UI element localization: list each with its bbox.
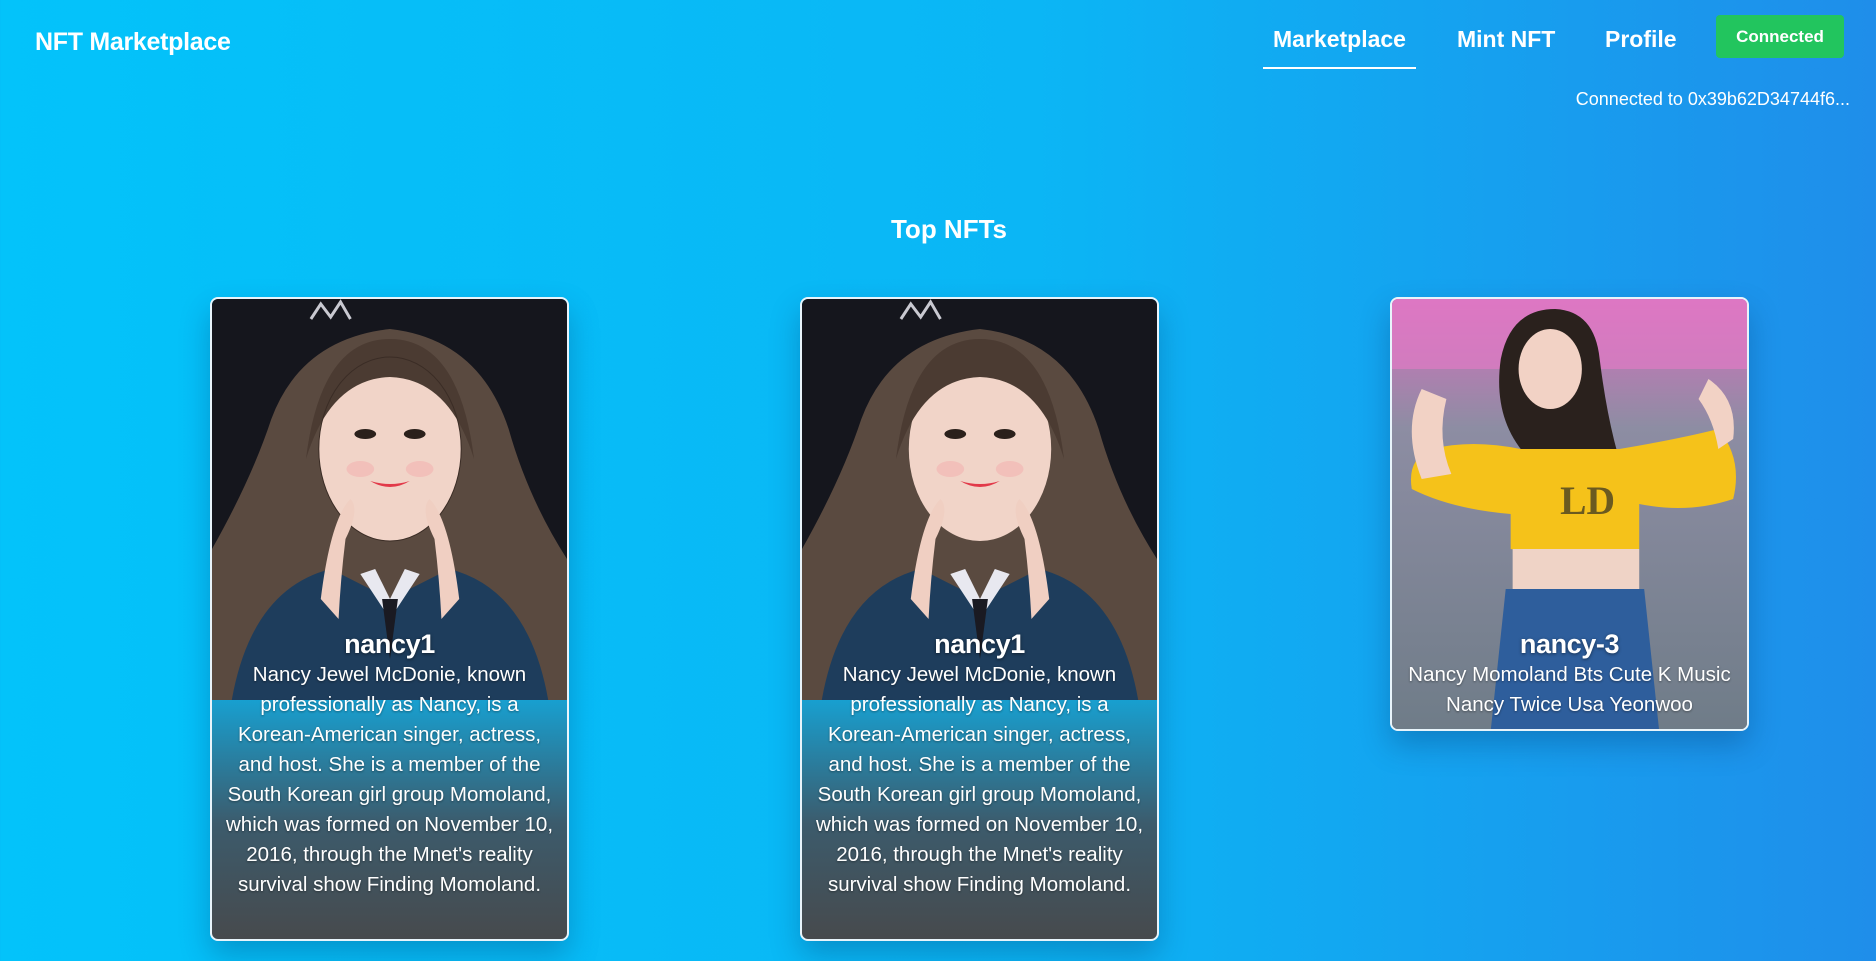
nft-name: nancy-3 xyxy=(1519,629,1620,659)
nft-name: nancy1 xyxy=(934,629,1025,659)
nft-description: Nancy Jewel McDonie, known professionall… xyxy=(226,663,554,896)
nft-description: Nancy Jewel McDonie, known professionall… xyxy=(816,663,1144,896)
svg-text:LD: LD xyxy=(1560,479,1615,523)
nft-name: nancy1 xyxy=(344,629,435,659)
nft-card[interactable]: nancy1 Nancy Jewel McDonie, known profes… xyxy=(800,297,1159,941)
nft-description: Nancy Momoland Bts Cute K Music Nancy Tw… xyxy=(1408,663,1731,716)
brand-title[interactable]: NFT Marketplace xyxy=(35,28,231,57)
wallet-address-status: Connected to 0x39b62D34744f6... xyxy=(1575,89,1850,109)
nav-mint-nft[interactable]: Mint NFT xyxy=(1457,26,1555,53)
section-title: Top NFTs xyxy=(890,214,1007,244)
wallet-connected-button[interactable]: Connected xyxy=(1716,15,1844,58)
nav-profile[interactable]: Profile xyxy=(1605,26,1677,53)
nft-card[interactable]: nancy1 Nancy Jewel McDonie, known profes… xyxy=(210,297,569,941)
nft-card[interactable]: LD nancy-3 Nancy Momoland Bts Cute K Mus… xyxy=(1390,297,1749,731)
nav-marketplace[interactable]: Marketplace xyxy=(1263,26,1416,69)
